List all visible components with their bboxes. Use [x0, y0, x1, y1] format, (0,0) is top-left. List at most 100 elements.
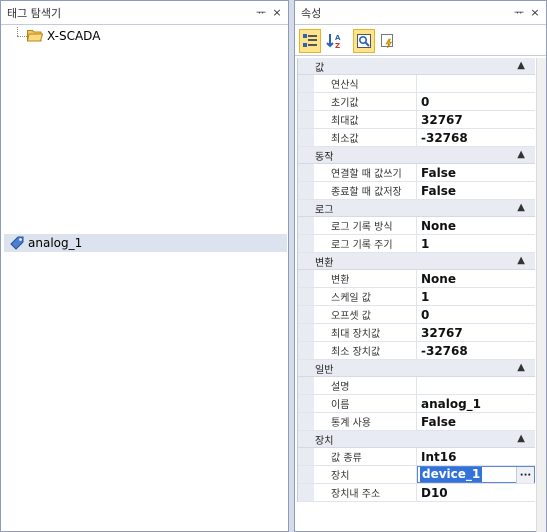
- row-gutter: [298, 129, 314, 146]
- property-value[interactable]: 0: [417, 93, 535, 110]
- property-row[interactable]: 로그 기록 주기 1: [298, 235, 535, 253]
- property-row[interactable]: 연결할 때 값쓰기 False: [298, 164, 535, 182]
- property-row[interactable]: 최대 장치값 32767: [298, 324, 535, 342]
- row-gutter: [298, 395, 314, 412]
- property-value[interactable]: None: [417, 217, 535, 234]
- property-name: 연결할 때 값쓰기: [314, 164, 417, 181]
- properties-toolbar: A Z: [295, 26, 546, 56]
- property-row[interactable]: 장치 device_1 ···: [298, 466, 535, 484]
- property-name: 스케일 값: [314, 288, 417, 305]
- pin-icon[interactable]: ᅲ: [254, 6, 268, 20]
- property-row[interactable]: 스케일 값 1: [298, 288, 535, 306]
- close-icon[interactable]: ×: [528, 6, 542, 20]
- tag-explorer-title: 태그 탐색기: [7, 6, 62, 20]
- property-value[interactable]: 1: [417, 235, 535, 252]
- property-value[interactable]: device_1 ···: [417, 466, 535, 483]
- property-name: 장치내 주소: [314, 484, 417, 501]
- property-row[interactable]: 로그 기록 방식 None: [298, 217, 535, 235]
- property-value[interactable]: analog_1: [417, 395, 535, 412]
- property-row[interactable]: 오프셋 값 0: [298, 306, 535, 324]
- property-row[interactable]: 장치내 주소 D10: [298, 484, 535, 502]
- category-header[interactable]: 변환 ▲: [298, 253, 535, 270]
- property-row[interactable]: 설명: [298, 377, 535, 395]
- property-value[interactable]: [417, 75, 535, 92]
- property-row[interactable]: 이름 analog_1: [298, 395, 535, 413]
- property-row[interactable]: 최대값 32767: [298, 111, 535, 129]
- close-icon[interactable]: ×: [270, 6, 284, 20]
- property-value-editor[interactable]: device_1 ···: [417, 466, 535, 483]
- events-view-button[interactable]: [377, 29, 399, 53]
- property-row[interactable]: 통계 사용 False: [298, 413, 535, 431]
- category-label: 장치: [315, 435, 334, 447]
- property-row[interactable]: 연산식: [298, 75, 535, 93]
- property-row[interactable]: 종료할 때 값저장 False: [298, 182, 535, 200]
- property-value[interactable]: None: [417, 270, 535, 287]
- property-value-text: None: [421, 271, 456, 286]
- property-value[interactable]: Int16: [417, 448, 535, 465]
- property-value-text: 1: [421, 236, 430, 251]
- row-gutter: [298, 342, 314, 359]
- row-gutter: [298, 217, 314, 234]
- ellipsis-button[interactable]: ···: [516, 467, 534, 483]
- property-value-text: D10: [421, 485, 448, 500]
- property-row[interactable]: 초기값 0: [298, 93, 535, 111]
- property-row[interactable]: 변환 None: [298, 270, 535, 288]
- vertical-scrollbar[interactable]: [536, 58, 546, 532]
- category-header[interactable]: 동작 ▲: [298, 147, 535, 164]
- property-name: 최대 장치값: [314, 324, 417, 341]
- row-gutter: [298, 93, 314, 110]
- tag-item[interactable]: analog_1: [4, 234, 287, 252]
- row-gutter: [298, 164, 314, 181]
- alphabetical-view-button[interactable]: A Z: [324, 29, 346, 53]
- svg-text:Z: Z: [335, 42, 340, 50]
- property-value-text: -32768: [421, 130, 468, 145]
- collapse-icon[interactable]: ▲: [517, 433, 525, 444]
- property-value-text: False: [421, 183, 456, 198]
- row-gutter: [298, 75, 314, 92]
- properties-view-button[interactable]: [353, 29, 375, 53]
- property-name: 최대값: [314, 111, 417, 128]
- property-value[interactable]: D10: [417, 484, 535, 501]
- property-row[interactable]: 값 종류 Int16: [298, 448, 535, 466]
- property-row[interactable]: 최소값 -32768: [298, 129, 535, 147]
- property-row[interactable]: 최소 장치값 -32768: [298, 342, 535, 360]
- property-value[interactable]: 1: [417, 288, 535, 305]
- categorized-icon: [303, 34, 317, 47]
- property-value[interactable]: -32768: [417, 129, 535, 146]
- category-label: 로그: [315, 204, 334, 216]
- property-value[interactable]: 32767: [417, 111, 535, 128]
- property-value[interactable]: False: [417, 413, 535, 430]
- row-gutter: [298, 288, 314, 305]
- property-grid: 값 ▲ 연산식 초기값 0 최대값 32767 최소값 -32768 동작 ▲ 연결할 때 값쓰기 Fa…: [297, 58, 535, 502]
- collapse-icon[interactable]: ▲: [517, 362, 525, 373]
- collapse-icon[interactable]: ▲: [517, 149, 525, 160]
- category-header[interactable]: 로그 ▲: [298, 200, 535, 217]
- tree-root-item[interactable]: X-SCADA: [1, 27, 201, 45]
- properties-panel: 속성 ᅲ × A Z 값 ▲ 연산식 초기값 0 최대값 32767 최소값 -…: [294, 0, 547, 532]
- property-value[interactable]: 0: [417, 306, 535, 323]
- property-name: 최소 장치값: [314, 342, 417, 359]
- category-label: 값: [315, 62, 325, 74]
- collapse-icon[interactable]: ▲: [517, 255, 525, 266]
- property-value[interactable]: False: [417, 164, 535, 181]
- property-value[interactable]: -32768: [417, 342, 535, 359]
- svg-text:A: A: [335, 34, 341, 42]
- collapse-icon[interactable]: ▲: [517, 60, 525, 71]
- pin-icon[interactable]: ᅲ: [512, 6, 526, 20]
- categorized-view-button[interactable]: [299, 29, 321, 53]
- row-gutter: [298, 324, 314, 341]
- row-gutter: [298, 466, 314, 483]
- property-value-text: False: [421, 165, 456, 180]
- row-gutter: [298, 448, 314, 465]
- collapse-icon[interactable]: ▲: [517, 202, 525, 213]
- property-value[interactable]: [417, 377, 535, 394]
- category-header[interactable]: 값 ▲: [298, 58, 535, 75]
- property-value[interactable]: False: [417, 182, 535, 199]
- category-header[interactable]: 일반 ▲: [298, 360, 535, 377]
- selected-value-text: device_1: [420, 467, 483, 482]
- category-header[interactable]: 장치 ▲: [298, 431, 535, 448]
- property-name: 로그 기록 주기: [314, 235, 417, 252]
- row-gutter: [298, 182, 314, 199]
- events-icon: [381, 34, 393, 49]
- property-value[interactable]: 32767: [417, 324, 535, 341]
